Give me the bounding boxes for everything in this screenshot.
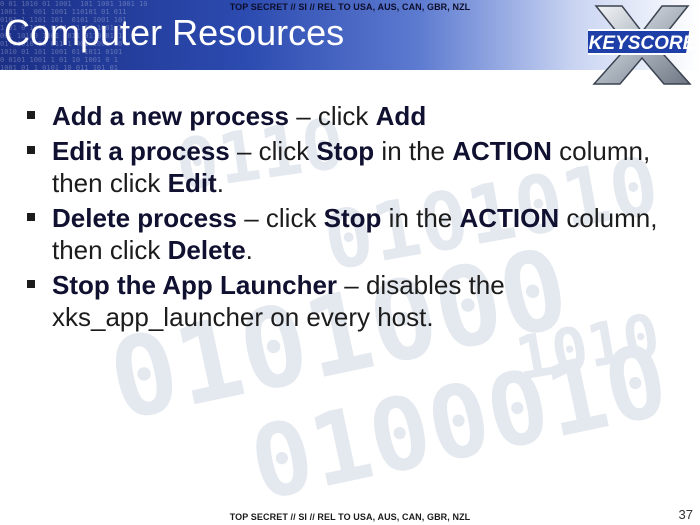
bullet-bold-text: Add <box>375 101 427 131</box>
bullet-text: . <box>245 235 253 265</box>
bullet-item: Add a new process – click Add <box>24 100 684 132</box>
bullet-bold-text: Edit <box>167 168 217 198</box>
bullet-bold-text: Delete <box>167 235 246 265</box>
page-number: 37 <box>678 507 693 522</box>
bullet-text: – click <box>288 101 376 131</box>
square-bullet-icon <box>27 111 35 119</box>
logo-text: KEYSCORE <box>589 33 696 54</box>
square-bullet-icon <box>27 280 35 288</box>
bullet-item: Edit a process – click Stop in the ACTIO… <box>24 135 684 199</box>
bullet-list: Add a new process – click Add Edit a proc… <box>24 100 684 336</box>
square-bullet-icon <box>27 146 35 154</box>
bullet-text: . <box>216 168 224 198</box>
square-bullet-icon <box>27 213 35 221</box>
bullet-bold-text: Stop <box>323 203 382 233</box>
slide: 0110 0101010 0101000 0100010 1010 0 01 1… <box>0 0 700 525</box>
bullet-bold-text: Add a new process <box>52 101 289 131</box>
bullet-bold-text: Stop <box>316 136 375 166</box>
svg-text:0100010: 0100010 <box>241 321 678 523</box>
keyscore-logo: KEYSCORE <box>588 5 696 85</box>
bullet-text: – click <box>229 136 317 166</box>
bullet-bold-text: Stop the App Launcher <box>52 270 338 300</box>
classification-banner-bottom: TOP SECRET // SI // REL TO USA, AUS, CAN… <box>229 512 471 522</box>
bullet-text: in the <box>374 136 453 166</box>
bullet-item: Delete process – click Stop in the ACTIO… <box>24 202 684 266</box>
bullet-text: in the <box>381 203 460 233</box>
bullet-bold-text: ACTION <box>452 136 552 166</box>
bullet-item: Stop the App Launcher – disables the xks… <box>24 269 684 333</box>
slide-title: Computer Resources <box>4 12 345 53</box>
bullet-bold-text: Edit a process <box>52 136 230 166</box>
bullet-text: – click <box>236 203 324 233</box>
bullet-bold-text: Delete process <box>52 203 237 233</box>
bullet-bold-text: ACTION <box>459 203 560 233</box>
